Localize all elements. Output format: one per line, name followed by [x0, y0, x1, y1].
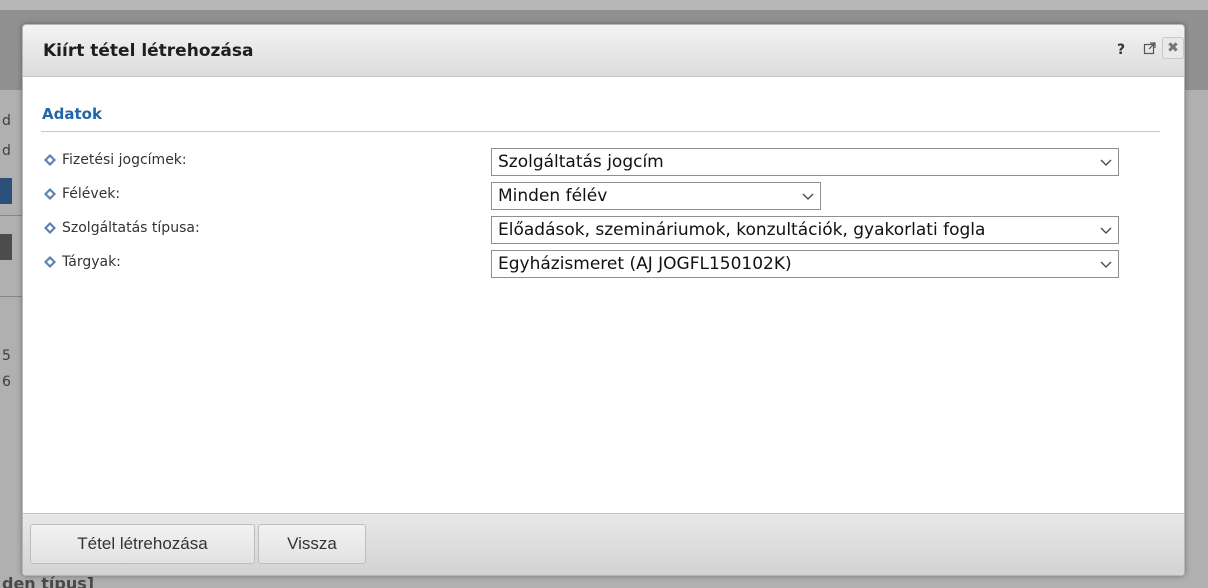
select-value: Minden félév	[498, 186, 608, 206]
help-button[interactable]: ?	[1117, 42, 1125, 58]
field-label-service-type: Szolgáltatás típusa:	[44, 220, 200, 236]
create-item-dialog: Kiírt tétel létrehozása ? ✖ Adatok Fizet…	[22, 24, 1185, 576]
field-label-subjects: Tárgyak:	[44, 254, 121, 270]
section-divider	[41, 131, 1160, 132]
field-label-semesters: Félévek:	[44, 186, 120, 202]
select-value: Szolgáltatás jogcím	[498, 152, 664, 172]
field-label-text: Fizetési jogcímek:	[62, 152, 187, 168]
diamond-bullet-icon	[44, 188, 56, 200]
create-item-button[interactable]: Tétel létrehozása	[30, 524, 255, 564]
subject-select[interactable]: Egyházismeret (AJ JOGFL150102K)	[491, 250, 1119, 278]
semester-select[interactable]: Minden félév	[491, 182, 821, 210]
service-type-select[interactable]: Előadások, szemináriumok, konzultációk, …	[491, 216, 1119, 244]
popout-icon[interactable]	[1143, 41, 1157, 55]
diamond-bullet-icon	[44, 154, 56, 166]
dialog-header: Kiírt tétel létrehozása ? ✖	[23, 25, 1184, 77]
dialog-title: Kiírt tétel létrehozása	[43, 41, 254, 61]
payment-title-select[interactable]: Szolgáltatás jogcím	[491, 148, 1119, 176]
back-button[interactable]: Vissza	[258, 524, 366, 564]
section-title: Adatok	[42, 105, 102, 123]
dialog-footer: Tétel létrehozása Vissza	[23, 513, 1184, 575]
chevron-down-icon	[1100, 259, 1112, 269]
diamond-bullet-icon	[44, 256, 56, 268]
field-label-text: Félévek:	[62, 186, 121, 202]
chevron-down-icon	[1100, 157, 1112, 167]
select-value: Előadások, szemináriumok, konzultációk, …	[498, 220, 986, 240]
field-label-text: Szolgáltatás típusa:	[62, 220, 200, 236]
chevron-down-icon	[802, 191, 814, 201]
close-button[interactable]: ✖	[1162, 37, 1184, 59]
select-value: Egyházismeret (AJ JOGFL150102K)	[498, 254, 792, 274]
chevron-down-icon	[1100, 225, 1112, 235]
diamond-bullet-icon	[44, 222, 56, 234]
field-label-payment-titles: Fizetési jogcímek:	[44, 152, 187, 168]
field-label-text: Tárgyak:	[62, 254, 121, 270]
